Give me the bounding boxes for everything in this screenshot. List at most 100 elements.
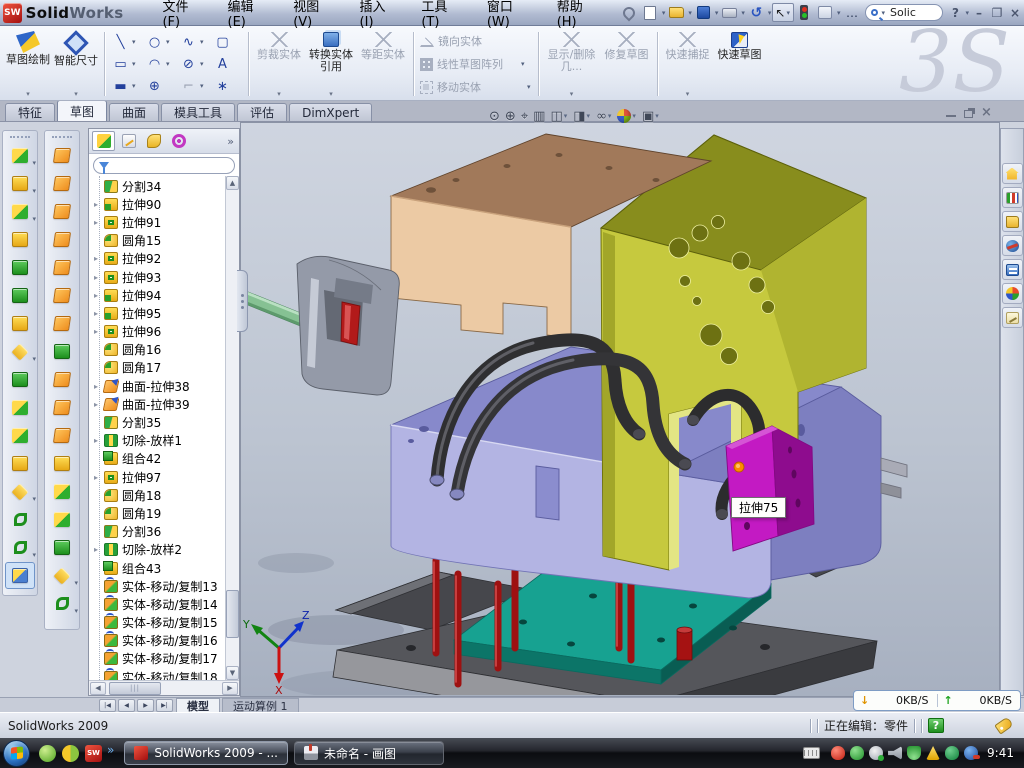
tool-pattern[interactable]: ▾	[5, 338, 35, 365]
tool-c-surface[interactable]	[47, 198, 77, 225]
tool-boss[interactable]	[5, 254, 35, 281]
chevron-down-icon[interactable]: ▾	[166, 60, 170, 68]
expand-arrow-icon[interactable]: ▸	[94, 327, 104, 336]
chevron-down-icon[interactable]: ▾	[132, 38, 136, 46]
graphics-viewport[interactable]: Y Z X	[240, 122, 1000, 697]
taskpane-tab-design-library[interactable]	[1002, 211, 1023, 232]
chevron-down-icon[interactable]: ▾	[74, 579, 78, 587]
new-file-button[interactable]	[641, 4, 660, 22]
model-canvas[interactable]: Y Z X	[241, 128, 999, 695]
sketch-tool-line[interactable]: ╲▾	[109, 31, 142, 53]
security-green-icon[interactable]	[850, 746, 864, 760]
modeltab-nav-3[interactable]: ▶|	[156, 699, 173, 712]
tab-草图[interactable]: 草图	[57, 100, 107, 121]
chevron-down-icon[interactable]: ▾	[32, 495, 36, 503]
tool-lofted-surface[interactable]	[47, 226, 77, 253]
pin-icon[interactable]	[620, 4, 639, 22]
view-hide-show-items[interactable]: ∞▾	[594, 107, 614, 126]
view-zoom-to-selection[interactable]: ⌖	[519, 107, 530, 126]
save-button[interactable]	[694, 4, 713, 22]
tool-extend-surface[interactable]	[47, 338, 77, 365]
help-button[interactable]: ?	[946, 5, 964, 21]
antivirus-icon[interactable]	[62, 745, 79, 762]
search-box[interactable]: ▾	[865, 4, 943, 21]
tree-item[interactable]: 分割36	[94, 523, 225, 541]
modeltab-nav-0[interactable]: |◀	[99, 699, 116, 712]
view-view-settings[interactable]: ▣▾	[640, 107, 662, 126]
chevron-down-icon[interactable]: ▾	[662, 9, 666, 17]
smart-dimension-button[interactable]: 智能尺寸 ▾	[52, 28, 100, 100]
rapid-sketch-button[interactable]: 快速草图	[714, 28, 766, 100]
tab-模具工具[interactable]: 模具工具	[161, 103, 235, 121]
tool-fill-surface[interactable]	[47, 506, 77, 533]
tree-item[interactable]: ▸拉伸94	[94, 286, 225, 304]
tab-DimXpert[interactable]: DimXpert	[289, 103, 372, 121]
tool-extrude-boss[interactable]: ▾	[5, 142, 35, 169]
sketch-tool-rectangle[interactable]: ▭▾	[109, 53, 142, 75]
menu-item[interactable]: 帮助(H)	[544, 0, 611, 25]
expand-arrow-icon[interactable]: ▸	[94, 473, 104, 482]
tree-item[interactable]: ▸拉伸92	[94, 250, 225, 268]
tree-item[interactable]: 组合43	[94, 559, 225, 577]
toolbar-grip[interactable]	[10, 136, 30, 138]
chevron-down-icon[interactable]: ▾	[74, 607, 78, 615]
view-view-orientation[interactable]: ◫▾	[548, 107, 570, 126]
tool-delete-face[interactable]	[47, 422, 77, 449]
tree-item[interactable]: 组合42	[94, 450, 225, 468]
tool-combine-pair[interactable]	[5, 366, 35, 393]
tab-曲面[interactable]: 曲面	[109, 103, 159, 121]
panel-overflow-chevron[interactable]: »	[227, 135, 236, 148]
search-input[interactable]	[888, 5, 932, 20]
shield-plus-icon[interactable]	[945, 746, 959, 760]
chevron-down-icon[interactable]: ▾	[715, 9, 719, 17]
chevron-down-icon[interactable]: ▾	[200, 60, 204, 68]
tool-offset-surface[interactable]	[47, 282, 77, 309]
solidworks-icon[interactable]: SW	[85, 745, 102, 762]
doc-close-button[interactable]: ×	[981, 106, 992, 119]
view-zoom-to-fit[interactable]: ⊙	[487, 107, 502, 126]
messenger-icon[interactable]	[39, 745, 56, 762]
tree-item[interactable]: ▸切除-放样1	[94, 432, 225, 450]
scroll-up-button[interactable]: ▲	[226, 176, 239, 190]
tool-split-b[interactable]	[5, 422, 35, 449]
options-button[interactable]	[816, 4, 835, 22]
taskpane-tab-view-palette[interactable]	[1002, 259, 1023, 280]
tool-revolved-surface[interactable]	[47, 170, 77, 197]
chevron-down-icon[interactable]: ▾	[32, 159, 36, 167]
quick-launch-chevron[interactable]: »	[107, 743, 114, 757]
doc-restore-button[interactable]	[964, 110, 973, 118]
tree-filter-box[interactable]	[93, 157, 235, 174]
chevron-down-icon[interactable]: ▾	[74, 90, 78, 98]
sketch-tool-marquee-select[interactable]: ▢	[211, 31, 244, 53]
taskbar-clock[interactable]: 9:41	[987, 746, 1014, 760]
tree-item[interactable]: 圆角15	[94, 232, 225, 250]
chevron-down-icon[interactable]: ▾	[608, 112, 612, 120]
tree-item[interactable]: ▸拉伸95	[94, 304, 225, 322]
chevron-down-icon[interactable]: ▾	[166, 38, 170, 46]
tree-item[interactable]: ▸拉伸91	[94, 213, 225, 231]
close-button[interactable]: ×	[1006, 5, 1024, 21]
select-tool-button[interactable]: ↖▾	[772, 3, 794, 22]
input-keyboard-icon[interactable]	[803, 747, 820, 759]
toolbar-grip[interactable]	[52, 136, 72, 138]
chevron-down-icon[interactable]: ▾	[329, 90, 333, 98]
tag-icon[interactable]	[994, 716, 1013, 734]
tool-ruled-surface[interactable]	[47, 478, 77, 505]
tab-dimxpertmanager[interactable]	[167, 131, 190, 151]
tool-bend-surface[interactable]	[47, 394, 77, 421]
chevron-down-icon[interactable]: ▾	[587, 112, 591, 120]
tree-vertical-scrollbar[interactable]: ▲ ▼	[225, 176, 239, 680]
minimize-button[interactable]: –	[970, 5, 988, 21]
tree-item[interactable]: 实体-移动/复制18	[94, 668, 225, 680]
tree-item[interactable]: 分割34	[94, 177, 225, 195]
tool-fillet[interactable]: ▾	[5, 198, 35, 225]
scroll-down-button[interactable]: ▼	[226, 666, 239, 680]
taskbar-button[interactable]: 未命名 - 画图	[294, 741, 444, 765]
chevron-down-icon[interactable]: ▾	[564, 112, 568, 120]
open-file-button[interactable]	[667, 4, 686, 22]
print-button[interactable]	[720, 4, 739, 22]
tab-特征[interactable]: 特征	[5, 103, 55, 121]
tree-item[interactable]: 实体-移动/复制17	[94, 650, 225, 668]
menu-item[interactable]: 工具(T)	[408, 0, 473, 25]
chevron-down-icon[interactable]: ▾	[32, 187, 36, 195]
